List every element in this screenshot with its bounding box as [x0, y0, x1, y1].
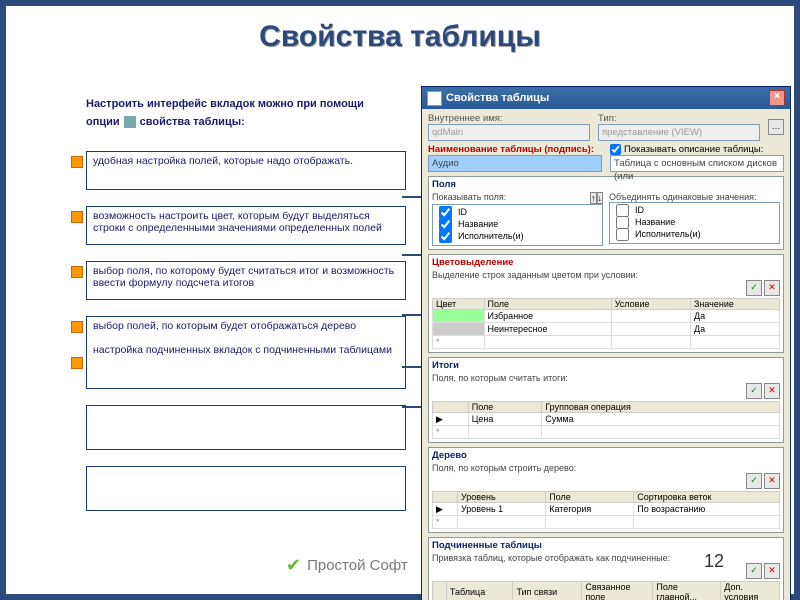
remove-button[interactable]: ✕: [764, 563, 780, 579]
tree-table[interactable]: УровеньПолеСортировка веток ▶Уровень 1Ка…: [432, 491, 780, 529]
dialog-titlebar[interactable]: Свойства таблицы ×: [422, 87, 790, 109]
remove-button[interactable]: ✕: [764, 280, 780, 296]
move-up-icon[interactable]: ↑: [590, 192, 597, 204]
check-icon: ✔: [286, 555, 301, 576]
callout-5: [86, 405, 406, 450]
move-down-icon[interactable]: ↓: [597, 192, 604, 204]
callout-list: удобная настройка полей, которые надо от…: [86, 151, 406, 527]
callout-1: удобная настройка полей, которые надо от…: [86, 151, 406, 190]
add-button[interactable]: ✓: [746, 383, 762, 399]
color-section: Цветовыделение Выделение строк заданным …: [428, 254, 784, 353]
option-icon: [124, 116, 136, 128]
callout-3: выбор поля, по которому будет считаться …: [86, 261, 406, 300]
show-desc-checkbox[interactable]: Показывать описание таблицы:: [610, 144, 784, 155]
totals-section: Итоги Поля, по которым считать итоги: ✓✕…: [428, 357, 784, 443]
callout-4: выбор полей, по которым будет отображать…: [86, 316, 406, 389]
remove-button[interactable]: ✕: [764, 473, 780, 489]
merge-fields-list[interactable]: ID Название Исполнитель(и): [609, 202, 780, 244]
close-icon[interactable]: ×: [769, 90, 785, 106]
slide-title: Свойства таблицы: [6, 20, 794, 54]
callout-2: возможность настроить цвет, которым буду…: [86, 206, 406, 245]
properties-dialog: Свойства таблицы × Внутреннее имя: qdMai…: [421, 86, 791, 600]
totals-table[interactable]: ПолеГрупповая операция ▶ЦенаСумма *: [432, 401, 780, 439]
color-table[interactable]: ЦветПолеУсловиеЗначение ИзбранноеДа Неин…: [432, 298, 780, 349]
app-icon: [427, 91, 442, 106]
page-number: 12: [704, 551, 724, 572]
add-button[interactable]: ✓: [746, 280, 762, 296]
add-button[interactable]: ✓: [746, 473, 762, 489]
logo: ✔Простой Софт: [286, 555, 408, 576]
subtables-section: Подчиненные таблицы Привязка таблиц, кот…: [428, 537, 784, 600]
dialog-title: Свойства таблицы: [446, 92, 549, 104]
show-fields-list[interactable]: ID Название Исполнитель(и): [432, 204, 603, 246]
remove-button[interactable]: ✕: [764, 383, 780, 399]
fields-section: Поля Показывать поля: ↑↓ ID Название Исп…: [428, 176, 784, 250]
callout-6: [86, 466, 406, 511]
type-field: представление (VIEW): [598, 124, 760, 141]
caption-field[interactable]: Аудио: [428, 155, 602, 172]
tree-section: Дерево Поля, по которым строить дерево: …: [428, 447, 784, 533]
inner-name-field: qdMain: [428, 124, 590, 141]
sub-table[interactable]: ТаблицаТип связиСвязанное полеПоле главн…: [432, 581, 780, 600]
add-button[interactable]: ✓: [746, 563, 762, 579]
type-button[interactable]: …: [768, 119, 784, 135]
desc-field[interactable]: Таблица с основным списком дисков (или: [610, 155, 784, 172]
intro-text: Настроить интерфейс вкладок можно при по…: [86, 96, 386, 131]
